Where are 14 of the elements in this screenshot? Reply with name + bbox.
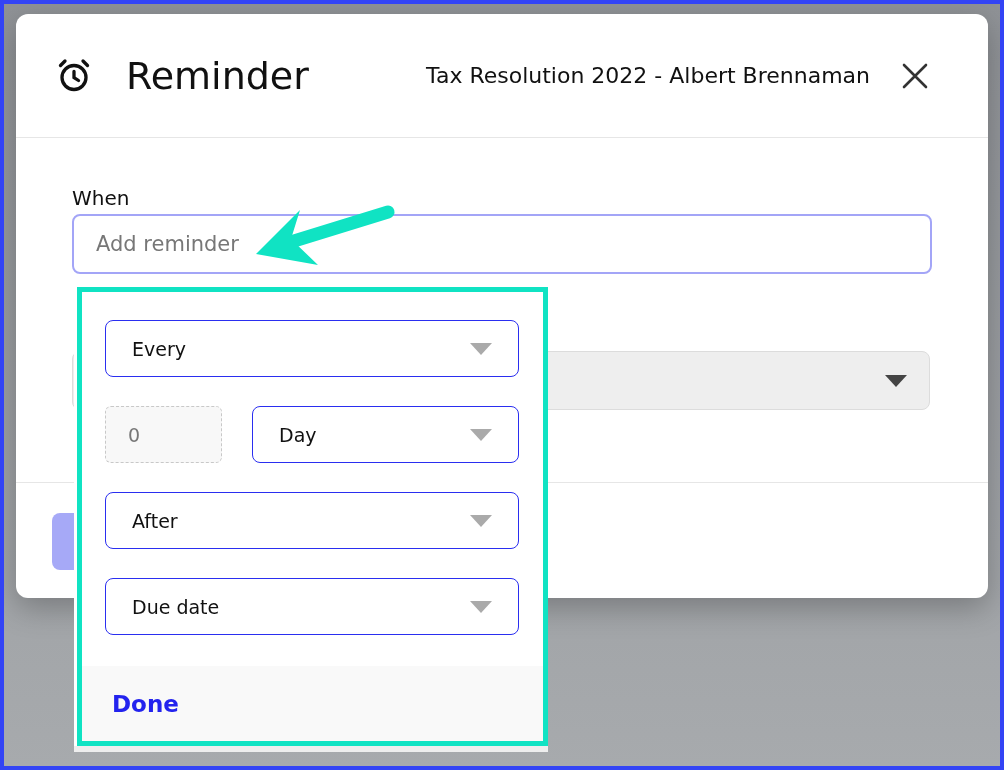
caret-icon: [470, 514, 492, 527]
reminder-input[interactable]: Add reminder: [72, 214, 932, 274]
dropdown-select[interactable]: Every: [105, 320, 519, 377]
caret-icon: [470, 600, 492, 613]
dialog-title: Reminder: [126, 53, 309, 98]
dialog-subtitle: Tax Resolution 2022 - Albert Brennaman: [426, 63, 870, 88]
caret-icon: [470, 342, 492, 355]
caret-icon: [470, 428, 492, 441]
done-button[interactable]: Done: [112, 690, 179, 717]
dropdown-select[interactable]: After: [105, 492, 519, 549]
dropdown-select[interactable]: Day: [252, 406, 519, 463]
field-label: When: [72, 186, 131, 210]
caret-icon: [885, 374, 907, 387]
dropdown-select[interactable]: Due date: [105, 578, 519, 635]
